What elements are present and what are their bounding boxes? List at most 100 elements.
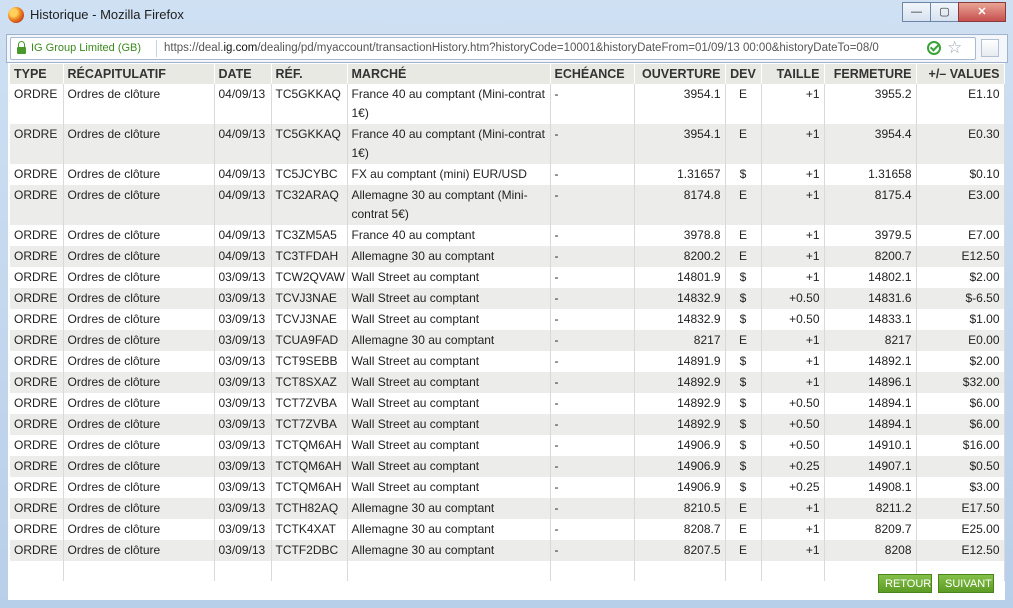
cell-date: 04/09/13	[214, 164, 272, 185]
page-icon[interactable]	[981, 39, 999, 57]
cell-size: +1	[761, 372, 825, 393]
cell-closing: 1.31658	[824, 164, 917, 185]
empty-cell	[550, 561, 635, 581]
cell-date: 03/09/13	[214, 498, 272, 519]
cell-date: 03/09/13	[214, 330, 272, 351]
cell-market: Allemagne 30 au comptant	[347, 330, 551, 351]
cell-summary: Ordres de clôture	[63, 372, 215, 393]
cell-size: +1	[761, 330, 825, 351]
cell-closing: 14910.1	[824, 435, 917, 456]
back-button[interactable]: RETOUR	[878, 574, 932, 593]
maximize-button[interactable]: ▢	[930, 2, 959, 22]
cell-size: +1	[761, 498, 825, 519]
cell-size: +1	[761, 225, 825, 246]
cell-expiry: -	[550, 267, 635, 288]
table-row: ORDRE Ordres de clôture 03/09/13 TCT8SXAZ Wa…	[10, 372, 1005, 393]
url-text[interactable]: https://deal.ig.com/dealing/pd/myaccount…	[164, 42, 924, 54]
col-currency[interactable]: DEV	[725, 64, 762, 84]
empty-cell	[10, 561, 64, 581]
col-pnl[interactable]: +/– VALUES	[916, 64, 1005, 84]
cell-expiry: -	[550, 519, 635, 540]
cell-date: 04/09/13	[214, 124, 272, 164]
bookmark-star-icon[interactable]: ☆	[947, 38, 962, 58]
cell-type: ORDRE	[10, 393, 64, 414]
cell-expiry: -	[550, 351, 635, 372]
cell-pnl: E17.50	[916, 498, 1005, 519]
cell-size: +0.50	[761, 288, 825, 309]
col-summary[interactable]: RÉCAPITULATIF	[63, 64, 215, 84]
cell-opening: 3954.1	[634, 124, 726, 164]
table-row: ORDRE Ordres de clôture 04/09/13 TC3TFDAH Al…	[10, 246, 1005, 267]
col-size[interactable]: TAILLE	[761, 64, 825, 84]
table-row: ORDRE Ordres de clôture 03/09/13 TCT7ZVBA Wa…	[10, 393, 1005, 414]
cell-pnl: E1.10	[916, 84, 1005, 124]
cell-expiry: -	[550, 435, 635, 456]
cell-ref: TC3ZM5A5	[271, 225, 348, 246]
cell-ref: TC32ARAQ	[271, 185, 348, 225]
firefox-icon	[8, 7, 24, 23]
cell-type: ORDRE	[10, 124, 64, 164]
cell-size: +1	[761, 540, 825, 561]
site-identity[interactable]: IG Group Limited (GB)	[31, 42, 141, 54]
close-button[interactable]: ✕	[958, 2, 1006, 22]
cell-type: ORDRE	[10, 456, 64, 477]
cell-expiry: -	[550, 498, 635, 519]
table-row: ORDRE Ordres de clôture 03/09/13 TCTQM6AH Wa…	[10, 456, 1005, 477]
url-domain: ig.com	[223, 42, 258, 54]
cell-market: Allemagne 30 au comptant	[347, 246, 551, 267]
check-icon[interactable]	[927, 41, 941, 55]
header-row: TYPE RÉCAPITULATIF DATE RÉF. MARCHÉ ECHÉ…	[10, 64, 1005, 84]
cell-date: 03/09/13	[214, 351, 272, 372]
cell-expiry: -	[550, 414, 635, 435]
cell-market: Allemagne 30 au comptant (Mini-contrat 5…	[347, 185, 551, 225]
cell-market: Wall Street au comptant	[347, 372, 551, 393]
empty-cell	[761, 561, 825, 581]
lock-icon[interactable]	[17, 41, 26, 54]
cell-pnl: $6.00	[916, 414, 1005, 435]
col-expiry[interactable]: ECHÉANCE	[550, 64, 635, 84]
cell-size: +1	[761, 246, 825, 267]
cell-ref: TCTQM6AH	[271, 435, 348, 456]
cell-summary: Ordres de clôture	[63, 414, 215, 435]
cell-type: ORDRE	[10, 519, 64, 540]
cell-date: 04/09/13	[214, 185, 272, 225]
col-ref[interactable]: RÉF.	[271, 64, 348, 84]
cell-market: Wall Street au comptant	[347, 456, 551, 477]
cell-currency: $	[725, 414, 762, 435]
cell-market: France 40 au comptant (Mini-contrat 1€)	[347, 84, 551, 124]
col-type[interactable]: TYPE	[10, 64, 64, 84]
col-closing[interactable]: FERMETURE	[824, 64, 917, 84]
cell-ref: TCTQM6AH	[271, 477, 348, 498]
cell-opening: 8210.5	[634, 498, 726, 519]
cell-currency: E	[725, 246, 762, 267]
table-row: ORDRE Ordres de clôture 03/09/13 TCUA9FAD Al…	[10, 330, 1005, 351]
cell-opening: 1.31657	[634, 164, 726, 185]
cell-opening: 8200.2	[634, 246, 726, 267]
table-row: ORDRE Ordres de clôture 03/09/13 TCTK4XAT Al…	[10, 519, 1005, 540]
cell-type: ORDRE	[10, 372, 64, 393]
cell-opening: 14801.9	[634, 267, 726, 288]
cell-closing: 8175.4	[824, 185, 917, 225]
col-date[interactable]: DATE	[214, 64, 272, 84]
cell-pnl: $0.10	[916, 164, 1005, 185]
cell-ref: TCTQM6AH	[271, 456, 348, 477]
cell-currency: $	[725, 456, 762, 477]
url-bar[interactable]: IG Group Limited (GB) https://deal.ig.co…	[10, 37, 976, 60]
cell-pnl: $3.00	[916, 477, 1005, 498]
cell-opening: 14832.9	[634, 288, 726, 309]
minimize-button[interactable]: —	[902, 2, 931, 22]
col-opening[interactable]: OUVERTURE	[634, 64, 726, 84]
cell-size: +1	[761, 267, 825, 288]
empty-cell	[63, 561, 215, 581]
cell-currency: $	[725, 288, 762, 309]
col-market[interactable]: MARCHÉ	[347, 64, 551, 84]
title-bar: Historique - Mozilla Firefox — ▢ ✕	[0, 0, 1013, 30]
cell-closing: 3979.5	[824, 225, 917, 246]
url-path: /dealing/pd/myaccount/transactionHistory…	[257, 42, 879, 54]
cell-opening: 3978.8	[634, 225, 726, 246]
cell-ref: TC3TFDAH	[271, 246, 348, 267]
cell-pnl: $16.00	[916, 435, 1005, 456]
next-button[interactable]: SUIVANT	[938, 574, 994, 593]
cell-size: +0.50	[761, 414, 825, 435]
cell-closing: 8209.7	[824, 519, 917, 540]
